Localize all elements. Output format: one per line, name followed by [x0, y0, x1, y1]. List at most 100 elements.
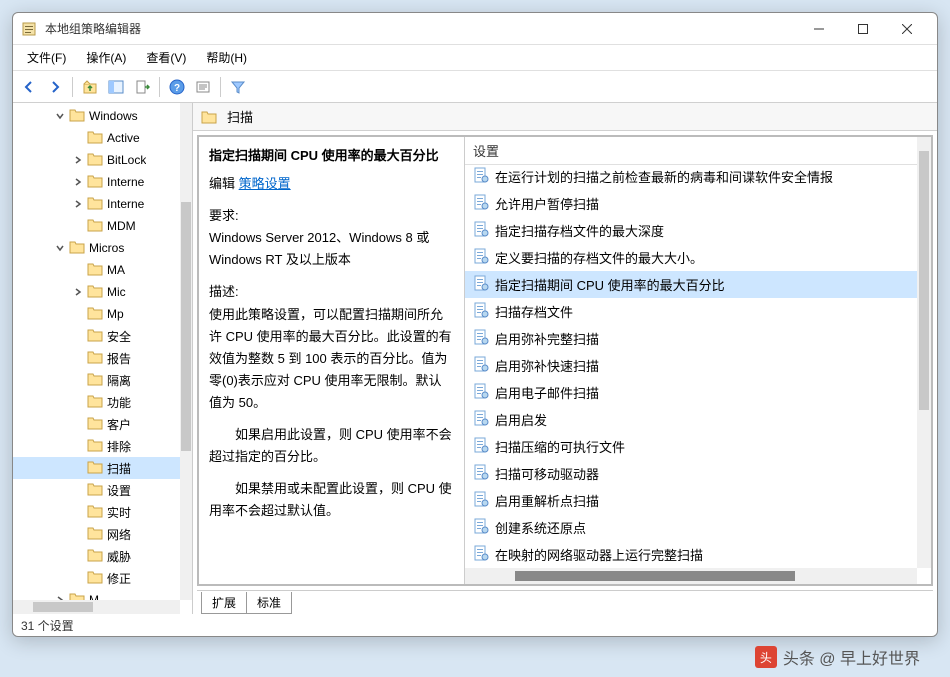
setting-item[interactable]: 允许用户暂停扫描: [465, 190, 917, 217]
setting-item[interactable]: 启用启发: [465, 406, 917, 433]
detail-header: 扫描: [193, 103, 937, 131]
tree-toggle-icon[interactable]: [71, 439, 85, 453]
menu-file[interactable]: 文件(F): [17, 46, 76, 69]
tree-toggle-icon[interactable]: [71, 175, 85, 189]
tree-item[interactable]: 报告: [13, 347, 180, 369]
setting-item[interactable]: 启用重解析点扫描: [465, 487, 917, 514]
properties-button[interactable]: [191, 75, 215, 99]
setting-item[interactable]: 启用弥补快速扫描: [465, 352, 917, 379]
tree-toggle-icon[interactable]: [71, 373, 85, 387]
settings-hscrollbar[interactable]: [465, 568, 917, 584]
tree-item[interactable]: 设置: [13, 479, 180, 501]
settings-column-header[interactable]: 设置: [465, 137, 931, 165]
scrollbar-thumb[interactable]: [181, 202, 191, 451]
tree-item[interactable]: Interne: [13, 171, 180, 193]
setting-item[interactable]: 扫描可移动驱动器: [465, 460, 917, 487]
tree-toggle-icon[interactable]: [71, 571, 85, 585]
tree-toggle-icon[interactable]: [71, 263, 85, 277]
setting-item[interactable]: 扫描存档文件: [465, 298, 917, 325]
setting-item[interactable]: 指定扫描存档文件的最大深度: [465, 217, 917, 244]
show-hide-tree-button[interactable]: [104, 75, 128, 99]
tree-vscrollbar[interactable]: [180, 103, 192, 600]
menu-help[interactable]: 帮助(H): [196, 46, 257, 69]
minimize-button[interactable]: [797, 14, 841, 44]
tree-item[interactable]: MA: [13, 259, 180, 281]
tree-pane: WindowsActiveBitLockInterneInterneMDMMic…: [13, 103, 193, 614]
policy-icon: [473, 437, 489, 456]
tree-toggle-icon[interactable]: [71, 461, 85, 475]
tree-toggle-icon[interactable]: [71, 549, 85, 563]
tree-item[interactable]: BitLock: [13, 149, 180, 171]
tree-item[interactable]: Mp: [13, 303, 180, 325]
tree-item[interactable]: 修正: [13, 567, 180, 589]
setting-item[interactable]: 指定扫描期间 CPU 使用率的最大百分比: [465, 271, 917, 298]
folder-icon: [87, 196, 107, 213]
scrollbar-thumb[interactable]: [33, 602, 93, 612]
desc-p3: 如果启用此设置，则 CPU 使用率不会超过指定的百分比。: [209, 424, 454, 468]
description: 描述: 使用此策略设置，可以配置扫描期间所允许 CPU 使用率的最大百分比。此设…: [209, 281, 454, 414]
setting-item[interactable]: 启用电子邮件扫描: [465, 379, 917, 406]
settings-vscrollbar[interactable]: [917, 137, 931, 568]
tree-toggle-icon[interactable]: [71, 219, 85, 233]
tree-item[interactable]: 安全: [13, 325, 180, 347]
tree-item[interactable]: Interne: [13, 193, 180, 215]
watermark-text: 头条 @ 早上好世界: [783, 645, 920, 669]
tree-item[interactable]: 网络: [13, 523, 180, 545]
tree-item[interactable]: Micros: [13, 237, 180, 259]
tree-item[interactable]: 隔离: [13, 369, 180, 391]
up-button[interactable]: [78, 75, 102, 99]
setting-item[interactable]: 定义要扫描的存档文件的最大大小。: [465, 244, 917, 271]
forward-button[interactable]: [43, 75, 67, 99]
help-button[interactable]: ?: [165, 75, 189, 99]
tree-toggle-icon[interactable]: [71, 197, 85, 211]
policy-settings-link[interactable]: 策略设置: [239, 176, 291, 191]
tree-toggle-icon[interactable]: [71, 505, 85, 519]
tree-toggle-icon[interactable]: [71, 351, 85, 365]
setting-item[interactable]: 启用弥补完整扫描: [465, 325, 917, 352]
setting-item[interactable]: 在运行计划的扫描之前检查最新的病毒和间谍软件安全情报: [465, 163, 917, 190]
filter-button[interactable]: [226, 75, 250, 99]
tree-label: Micros: [89, 241, 124, 255]
tab-extended[interactable]: 扩展: [201, 592, 247, 614]
scrollbar-thumb[interactable]: [919, 151, 929, 410]
tree-toggle-icon[interactable]: [71, 153, 85, 167]
tab-standard[interactable]: 标准: [246, 592, 292, 614]
tree-toggle-icon[interactable]: [53, 241, 67, 255]
close-button[interactable]: [885, 14, 929, 44]
export-button[interactable]: [130, 75, 154, 99]
folder-icon: [87, 570, 107, 587]
folder-icon: [87, 526, 107, 543]
tree-toggle-icon[interactable]: [71, 329, 85, 343]
tree-toggle-icon[interactable]: [71, 285, 85, 299]
menu-action[interactable]: 操作(A): [76, 46, 136, 69]
back-button[interactable]: [17, 75, 41, 99]
tree-item[interactable]: 排除: [13, 435, 180, 457]
tree-toggle-icon[interactable]: [71, 417, 85, 431]
tree-toggle-icon[interactable]: [71, 395, 85, 409]
tree-toggle-icon[interactable]: [71, 483, 85, 497]
tree-item[interactable]: 客户: [13, 413, 180, 435]
tree-item[interactable]: Windows: [13, 105, 180, 127]
policy-icon: [473, 194, 489, 213]
scrollbar-thumb[interactable]: [515, 571, 795, 581]
tree-item[interactable]: 实时: [13, 501, 180, 523]
tree-item[interactable]: Active: [13, 127, 180, 149]
tree-item[interactable]: Mic: [13, 281, 180, 303]
setting-item[interactable]: 创建系统还原点: [465, 514, 917, 541]
setting-item[interactable]: 在映射的网络驱动器上运行完整扫描: [465, 541, 917, 568]
tree-hscrollbar[interactable]: [13, 600, 180, 614]
tree-toggle-icon[interactable]: [71, 307, 85, 321]
setting-item[interactable]: 扫描压缩的可执行文件: [465, 433, 917, 460]
tree-item[interactable]: 威胁: [13, 545, 180, 567]
tree-label: Active: [107, 131, 140, 145]
tree-toggle-icon[interactable]: [71, 131, 85, 145]
tree-item[interactable]: 功能: [13, 391, 180, 413]
maximize-button[interactable]: [841, 14, 885, 44]
tree-item[interactable]: 扫描: [13, 457, 180, 479]
tree-label: 实时: [107, 504, 131, 521]
folder-icon: [87, 460, 107, 477]
tree-toggle-icon[interactable]: [53, 109, 67, 123]
tree-item[interactable]: MDM: [13, 215, 180, 237]
tree-toggle-icon[interactable]: [71, 527, 85, 541]
menu-view[interactable]: 查看(V): [136, 46, 196, 69]
